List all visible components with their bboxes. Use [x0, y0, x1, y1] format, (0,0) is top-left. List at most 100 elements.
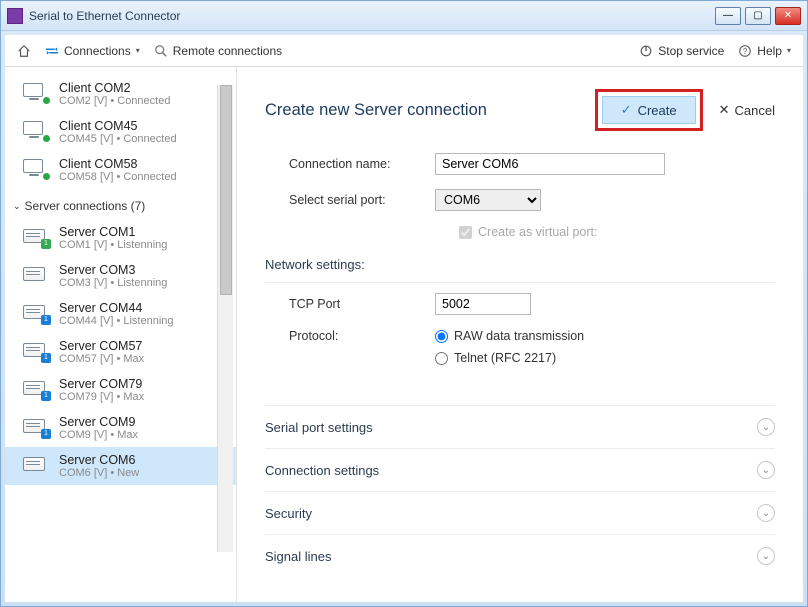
tcp-port-label: TCP Port: [265, 297, 435, 311]
close-icon: ✕: [719, 102, 730, 118]
status-badge: 1: [41, 315, 51, 325]
list-item-sub: COM3 [V] • Listenning: [59, 277, 167, 289]
list-item-title: Client COM58: [59, 157, 177, 171]
chevron-down-icon: ⌄: [13, 201, 21, 212]
sidebar-client-item[interactable]: Client COM45COM45 [V] • Connected: [5, 113, 236, 151]
sidebar-server-item[interactable]: 1 Server COM57COM57 [V] • Max: [5, 333, 236, 371]
search-icon: [154, 44, 168, 58]
list-item-sub: COM1 [V] • Listenning: [59, 239, 167, 251]
list-item-title: Server COM57: [59, 339, 144, 353]
chevron-down-icon: ⌄: [757, 418, 775, 436]
sidebar-server-item[interactable]: Server COM6COM6 [V] • New: [5, 447, 236, 485]
telnet-label: Telnet (RFC 2217): [454, 351, 556, 365]
remote-connections-button[interactable]: Remote connections: [154, 44, 282, 58]
stop-label: Stop service: [658, 44, 724, 58]
section-security[interactable]: Security ⌄: [265, 491, 775, 534]
cancel-button[interactable]: ✕ Cancel: [719, 102, 775, 118]
protocol-telnet-radio[interactable]: Telnet (RFC 2217): [435, 351, 584, 365]
server-icon: 1: [23, 303, 49, 323]
svg-text:?: ?: [743, 47, 748, 56]
help-label: Help: [757, 44, 782, 58]
list-item-title: Server COM3: [59, 263, 167, 277]
list-item-title: Server COM1: [59, 225, 167, 239]
list-item-title: Server COM44: [59, 301, 174, 315]
close-button[interactable]: ✕: [775, 7, 801, 25]
list-item-sub: COM45 [V] • Connected: [59, 133, 177, 145]
minimize-button[interactable]: —: [715, 7, 741, 25]
list-item-sub: COM58 [V] • Connected: [59, 171, 177, 183]
status-badge: 1: [41, 391, 51, 401]
list-item-title: Client COM2: [59, 81, 170, 95]
sidebar-server-item[interactable]: 1 Server COM44COM44 [V] • Listenning: [5, 295, 236, 333]
create-label: Create: [638, 103, 677, 118]
section-signal[interactable]: Signal lines ⌄: [265, 534, 775, 577]
sidebar-client-item[interactable]: Client COM2COM2 [V] • Connected: [5, 75, 236, 113]
status-badge: 1: [41, 353, 51, 363]
serial-port-select[interactable]: COM6: [435, 189, 541, 211]
window-title: Serial to Ethernet Connector: [29, 9, 180, 23]
status-badge: 1: [41, 429, 51, 439]
section-serial-port[interactable]: Serial port settings ⌄: [265, 405, 775, 448]
status-badge: 1: [41, 239, 51, 249]
list-item-title: Server COM6: [59, 453, 139, 467]
tcp-port-input[interactable]: [435, 293, 531, 315]
protocol-label: Protocol:: [265, 329, 435, 343]
connections-menu[interactable]: Connections ▾: [45, 44, 140, 58]
help-icon: ?: [738, 44, 752, 58]
content: Client COM2COM2 [V] • ConnectedClient CO…: [5, 67, 803, 602]
sidebar[interactable]: Client COM2COM2 [V] • ConnectedClient CO…: [5, 67, 237, 602]
create-button-highlight: ✓ Create: [595, 89, 703, 131]
help-menu[interactable]: ? Help ▾: [738, 44, 791, 58]
cancel-label: Cancel: [735, 103, 775, 118]
list-item-title: Server COM79: [59, 377, 144, 391]
server-icon: [23, 455, 49, 475]
titlebar: Serial to Ethernet Connector — ▢ ✕: [1, 1, 807, 31]
toolbar: Connections ▾ Remote connections Stop se…: [5, 35, 803, 67]
sidebar-server-item[interactable]: Server COM3COM3 [V] • Listenning: [5, 257, 236, 295]
list-item-sub: COM79 [V] • Max: [59, 391, 144, 403]
section-sig-label: Signal lines: [265, 549, 332, 564]
chevron-down-icon: ⌄: [757, 461, 775, 479]
server-icon: 1: [23, 417, 49, 437]
section-sec-label: Security: [265, 506, 312, 521]
protocol-raw-radio[interactable]: RAW data transmission: [435, 329, 584, 343]
virtual-port-check: [459, 226, 472, 239]
connections-icon: [45, 44, 59, 58]
server-icon: 1: [23, 379, 49, 399]
chevron-down-icon: ⌄: [757, 547, 775, 565]
virtual-port-label: Create as virtual port:: [478, 225, 598, 239]
conn-name-input[interactable]: [435, 153, 665, 175]
section-serial-label: Serial port settings: [265, 420, 373, 435]
virtual-port-checkbox: Create as virtual port:: [459, 225, 775, 239]
server-icon: 1: [23, 341, 49, 361]
page-title: Create new Server connection: [265, 101, 595, 120]
home-button[interactable]: [17, 44, 31, 58]
monitor-icon: [23, 159, 49, 179]
sidebar-client-item[interactable]: Client COM58COM58 [V] • Connected: [5, 151, 236, 189]
conn-name-label: Connection name:: [265, 157, 435, 171]
list-item-sub: COM44 [V] • Listenning: [59, 315, 174, 327]
monitor-icon: [23, 83, 49, 103]
stop-service-button[interactable]: Stop service: [639, 44, 724, 58]
app-window: Serial to Ethernet Connector — ▢ ✕ Conne…: [0, 0, 808, 607]
chevron-down-icon: ⌄: [757, 504, 775, 522]
network-settings-label: Network settings:: [265, 257, 775, 272]
monitor-icon: [23, 121, 49, 141]
list-item-title: Client COM45: [59, 119, 177, 133]
create-button[interactable]: ✓ Create: [602, 96, 696, 124]
scrollbar[interactable]: [217, 85, 233, 552]
section-connection[interactable]: Connection settings ⌄: [265, 448, 775, 491]
select-port-label: Select serial port:: [265, 193, 435, 207]
server-group-header[interactable]: ⌄Server connections (7): [5, 189, 236, 219]
sidebar-server-item[interactable]: 1 Server COM1COM1 [V] • Listenning: [5, 219, 236, 257]
connections-label: Connections: [64, 44, 131, 58]
scrollbar-thumb[interactable]: [220, 85, 232, 295]
server-icon: 1: [23, 227, 49, 247]
maximize-button[interactable]: ▢: [745, 7, 771, 25]
sidebar-server-item[interactable]: 1 Server COM79COM79 [V] • Max: [5, 371, 236, 409]
list-item-sub: COM9 [V] • Max: [59, 429, 138, 441]
sidebar-server-item[interactable]: 1 Server COM9COM9 [V] • Max: [5, 409, 236, 447]
list-item-title: Server COM9: [59, 415, 138, 429]
list-item-sub: COM57 [V] • Max: [59, 353, 144, 365]
check-icon: ✓: [621, 102, 632, 118]
